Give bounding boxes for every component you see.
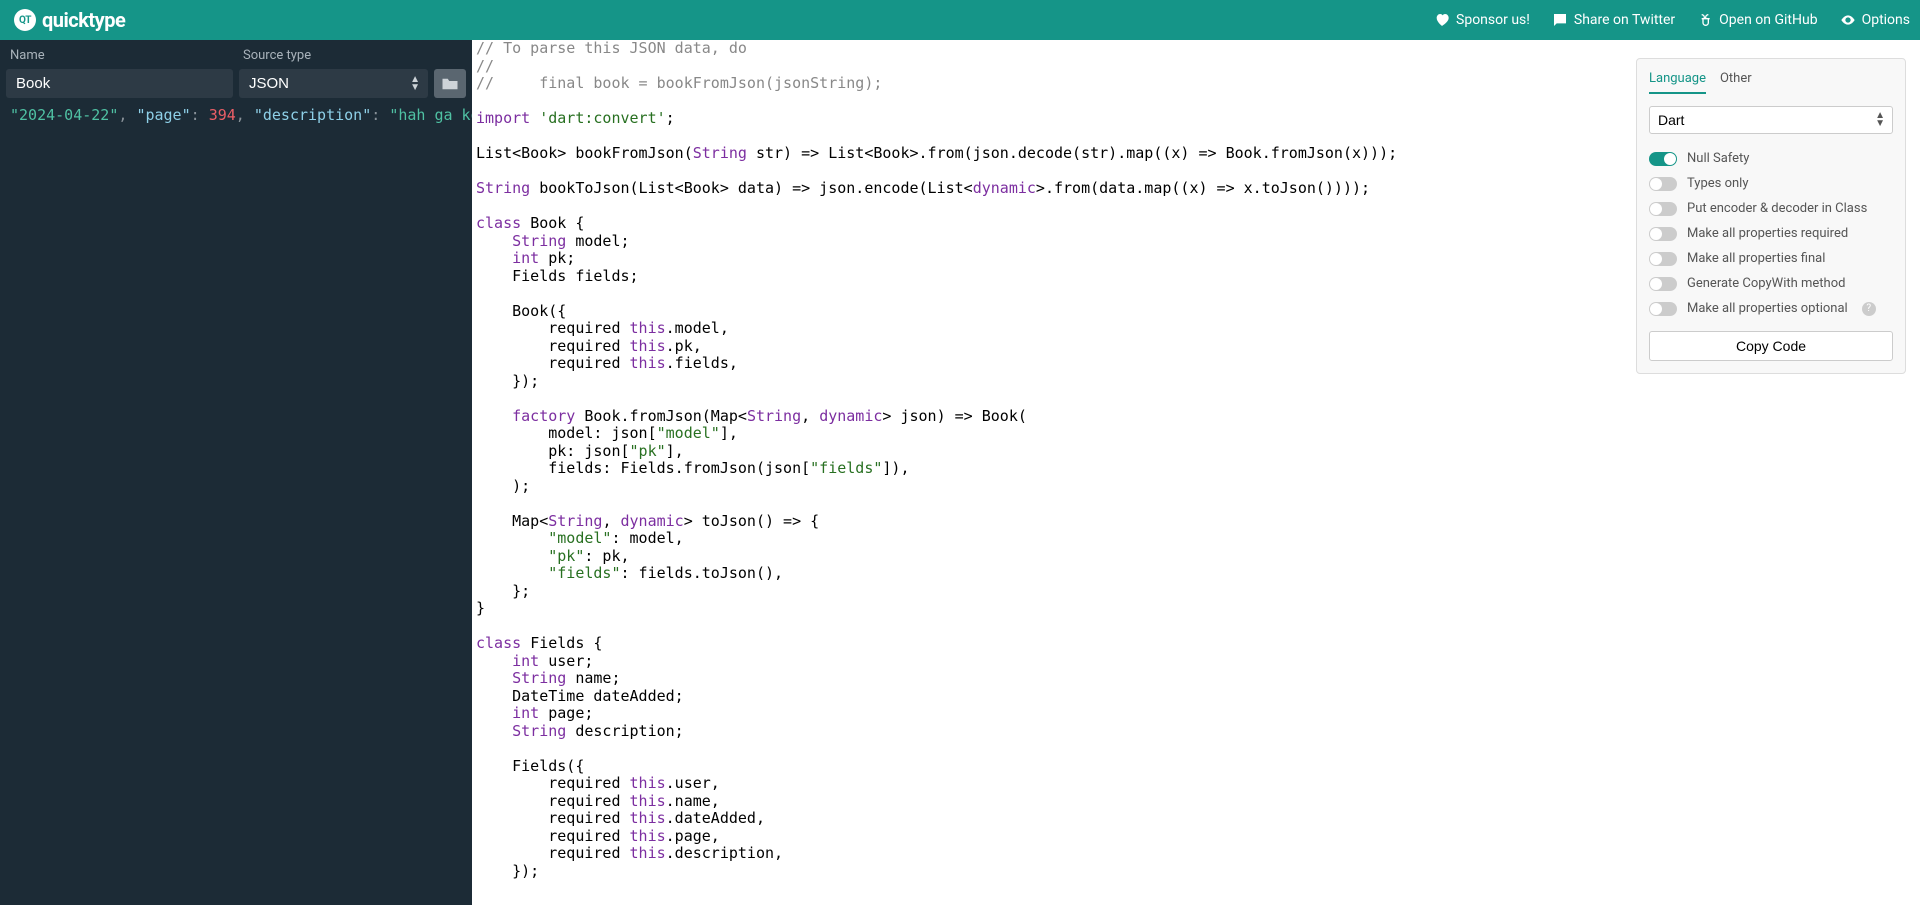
opt-encoder-label: Put encoder & decoder in Class [1687, 201, 1867, 216]
sidebar: Name Source type JSON ▲▼ [0, 40, 472, 905]
copy-code-button[interactable]: Copy Code [1649, 331, 1893, 361]
options-panel: Language Other Dart ▲▼ Null Safety Types… [1636, 58, 1906, 374]
twitter-icon [1552, 12, 1568, 28]
toggle-all-final[interactable] [1649, 252, 1677, 266]
options-link[interactable]: Options [1840, 12, 1910, 28]
name-input[interactable] [6, 69, 233, 98]
opt-types-only-label: Types only [1687, 176, 1748, 191]
help-icon[interactable]: ? [1862, 302, 1876, 316]
opt-required-label: Make all properties required [1687, 226, 1848, 241]
toggle-encoder-in-class[interactable] [1649, 202, 1677, 216]
twitter-link[interactable]: Share on Twitter [1552, 12, 1675, 28]
logo-icon: QT [14, 9, 36, 31]
opt-final-label: Make all properties final [1687, 251, 1825, 266]
header: QT quicktype Sponsor us! Share on Twitte… [0, 0, 1920, 40]
github-link[interactable]: Open on GitHub [1697, 12, 1817, 28]
source-type-select[interactable]: JSON [239, 69, 428, 98]
github-icon [1697, 12, 1713, 28]
toggle-types-only[interactable] [1649, 177, 1677, 191]
json-input-area[interactable]: "2024-04-22", "page": 394, "description"… [0, 98, 472, 132]
name-label: Name [6, 46, 233, 69]
language-select[interactable]: Dart [1649, 106, 1893, 134]
sponsor-text: Sponsor us! [1456, 12, 1530, 28]
toggle-null-safety[interactable] [1649, 152, 1677, 166]
github-text: Open on GitHub [1719, 12, 1817, 28]
source-type-label: Source type [239, 46, 466, 69]
opt-optional-label: Make all properties optional [1687, 301, 1848, 316]
twitter-text: Share on Twitter [1574, 12, 1675, 28]
tab-other[interactable]: Other [1720, 71, 1752, 94]
folder-icon [441, 77, 459, 91]
eye-icon [1840, 12, 1856, 28]
tab-language[interactable]: Language [1649, 71, 1706, 94]
sponsor-link[interactable]: Sponsor us! [1434, 12, 1530, 28]
options-text: Options [1862, 12, 1910, 28]
logo-text: quicktype [42, 8, 125, 32]
toggle-all-required[interactable] [1649, 227, 1677, 241]
opt-null-safety-label: Null Safety [1687, 151, 1749, 166]
logo[interactable]: QT quicktype [14, 8, 125, 32]
open-file-button[interactable] [434, 69, 466, 98]
toggle-all-optional[interactable] [1649, 302, 1677, 316]
toggle-copywith[interactable] [1649, 277, 1677, 291]
heart-icon [1434, 12, 1450, 28]
opt-copywith-label: Generate CopyWith method [1687, 276, 1845, 291]
